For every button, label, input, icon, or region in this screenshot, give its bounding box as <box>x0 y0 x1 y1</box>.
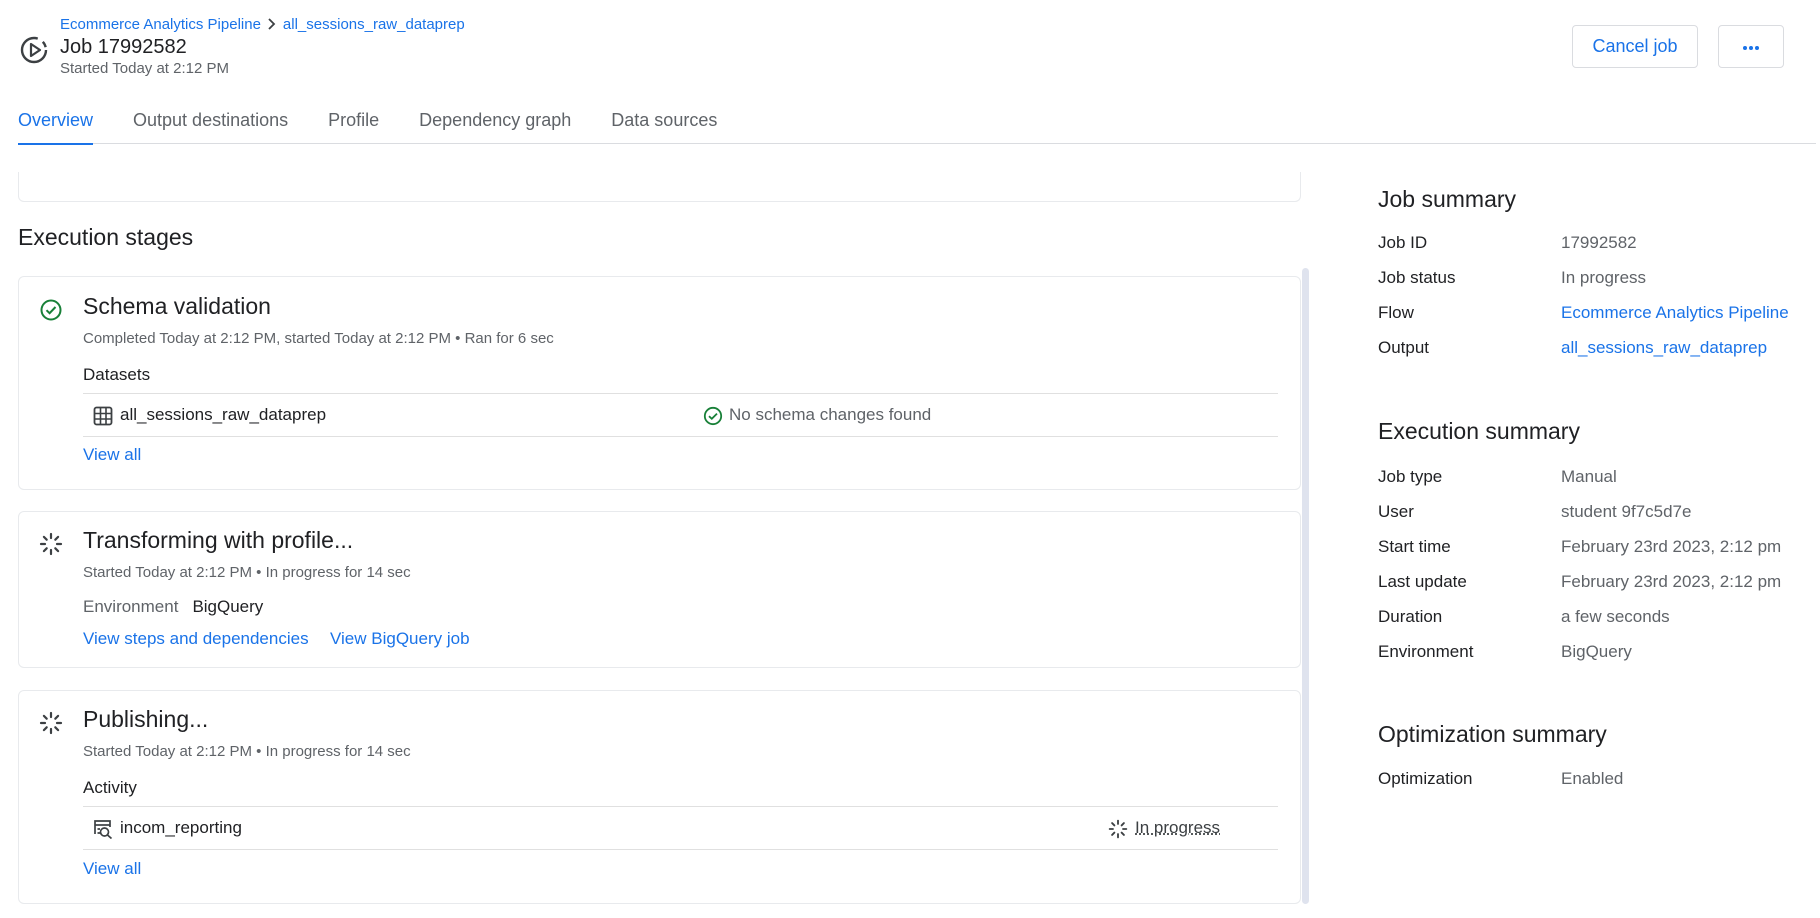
optimization-summary-heading: Optimization summary <box>1378 721 1607 747</box>
execution-summary: Execution summary Job type Manual User stu… <box>1378 418 1808 677</box>
summary-key: Last update <box>1378 572 1467 591</box>
spinner-icon <box>39 711 63 735</box>
job-header: Ecommerce Analytics Pipeline all_session… <box>18 14 1808 84</box>
summary-row: Start time February 23rd 2023, 2:12 pm <box>1378 537 1808 572</box>
job-started-text: Started Today at 2:12 PM <box>60 60 229 77</box>
stage-transforming: Transforming with profile... Started Tod… <box>18 511 1301 668</box>
schema-status-text: No schema changes found <box>729 405 932 424</box>
more-options-button[interactable] <box>1718 25 1784 68</box>
summary-key: Job status <box>1378 268 1456 287</box>
spinner-icon <box>39 532 63 556</box>
stage-subtitle: Completed Today at 2:12 PM, started Toda… <box>83 330 554 347</box>
environment-row: Environment BigQuery <box>83 597 263 617</box>
execution-stages-heading: Execution stages <box>18 224 194 250</box>
summary-value: Manual <box>1561 467 1617 486</box>
summary-key: Job ID <box>1378 233 1428 252</box>
summary-value: February 23rd 2023, 2:12 pm <box>1561 537 1782 556</box>
summary-row: Last update February 23rd 2023, 2:12 pm <box>1378 572 1808 607</box>
summary-row: Job ID 17992582 <box>1378 233 1808 268</box>
in-progress-status-link[interactable]: In progress <box>1135 818 1220 838</box>
tab-overview[interactable]: Overview <box>18 96 94 145</box>
summary-row: Duration a few seconds <box>1378 607 1808 642</box>
summary-value: a few seconds <box>1561 607 1670 626</box>
stage-title: Transforming with profile... <box>83 527 354 553</box>
chevron-right-icon <box>267 17 277 33</box>
breadcrumb-output-link[interactable]: all_sessions_raw_dataprep <box>283 16 465 33</box>
check-circle-icon <box>703 406 723 426</box>
check-circle-icon <box>39 298 63 322</box>
page-title: Job 17992582 <box>60 36 187 58</box>
environment-value: BigQuery <box>192 597 264 616</box>
summary-value: 17992582 <box>1561 233 1637 252</box>
job-run-icon <box>18 34 50 66</box>
summary-row: Optimization Enabled <box>1378 769 1808 804</box>
summary-row: Job status In progress <box>1378 268 1808 303</box>
tab-dependency-graph[interactable]: Dependency graph <box>419 96 571 144</box>
spinner-icon <box>1108 819 1128 839</box>
view-steps-link[interactable]: View steps and dependencies <box>83 629 309 649</box>
tab-bar: Overview Output destinations Profile Dep… <box>18 96 1816 145</box>
summary-row: Flow Ecommerce Analytics Pipeline <box>1378 303 1808 338</box>
stage-schema-validation: Schema validation Completed Today at 2:1… <box>18 276 1301 490</box>
stage-title: Publishing... <box>83 706 209 732</box>
summary-row: Environment BigQuery <box>1378 642 1808 677</box>
execution-summary-heading: Execution summary <box>1378 418 1580 444</box>
table-grid-icon <box>93 406 113 426</box>
previous-card-edge <box>18 172 1301 202</box>
more-horizontal-icon <box>1742 39 1760 54</box>
summary-key: Optimization <box>1378 769 1473 788</box>
optimization-summary: Optimization summary Optimization Enabled <box>1378 721 1808 804</box>
breadcrumb-flow-link[interactable]: Ecommerce Analytics Pipeline <box>60 16 261 33</box>
activity-name: incom_reporting <box>120 818 242 837</box>
view-all-activity-link[interactable]: View all <box>83 859 141 879</box>
stage-publishing: Publishing... Started Today at 2:12 PM •… <box>18 690 1301 904</box>
summary-row: User student 9f7c5d7e <box>1378 502 1808 537</box>
summary-value: February 23rd 2023, 2:12 pm <box>1561 572 1782 591</box>
job-summary: Job summary Job ID 17992582 Job status In … <box>1378 186 1808 373</box>
summary-key: Start time <box>1378 537 1451 556</box>
view-all-datasets-link[interactable]: View all <box>83 445 141 465</box>
cancel-job-button[interactable]: Cancel job <box>1572 25 1698 68</box>
stage-subtitle: Started Today at 2:12 PM • In progress f… <box>83 743 411 760</box>
stage-subtitle: Started Today at 2:12 PM • In progress f… <box>83 564 411 581</box>
summary-value: BigQuery <box>1561 642 1632 661</box>
output-link[interactable]: all_sessions_raw_dataprep <box>1561 338 1767 358</box>
tab-profile[interactable]: Profile <box>328 96 379 144</box>
summary-value: In progress <box>1561 268 1647 287</box>
tab-data-sources[interactable]: Data sources <box>611 96 717 144</box>
summary-key: Environment <box>1378 642 1474 661</box>
job-summary-heading: Job summary <box>1378 186 1517 212</box>
activity-label: Activity <box>83 778 137 797</box>
breadcrumb: Ecommerce Analytics Pipeline all_session… <box>60 16 465 33</box>
dataset-name: all_sessions_raw_dataprep <box>120 405 327 424</box>
flow-link[interactable]: Ecommerce Analytics Pipeline <box>1561 303 1789 323</box>
view-bigquery-job-link[interactable]: View BigQuery job <box>330 629 470 649</box>
summary-key: Duration <box>1378 607 1443 626</box>
environment-label: Environment <box>83 597 179 616</box>
tab-output-destinations[interactable]: Output destinations <box>133 96 288 144</box>
scrollbar[interactable] <box>1302 268 1309 904</box>
summary-key: Job type <box>1378 467 1443 486</box>
summary-key: Output <box>1378 338 1430 357</box>
summary-value: Enabled <box>1561 769 1624 788</box>
datasets-label: Datasets <box>83 365 151 384</box>
table-row: all_sessions_raw_dataprep No schema chan… <box>83 393 1278 437</box>
stage-title: Schema validation <box>83 293 271 319</box>
summary-row: Output all_sessions_raw_dataprep <box>1378 338 1808 373</box>
summary-value: student 9f7c5d7e <box>1561 502 1692 521</box>
summary-key: Flow <box>1378 303 1414 322</box>
summary-key: User <box>1378 502 1414 521</box>
table-row: incom_reporting In progress <box>83 806 1278 850</box>
report-search-icon <box>93 819 113 840</box>
summary-row: Job type Manual <box>1378 467 1808 502</box>
